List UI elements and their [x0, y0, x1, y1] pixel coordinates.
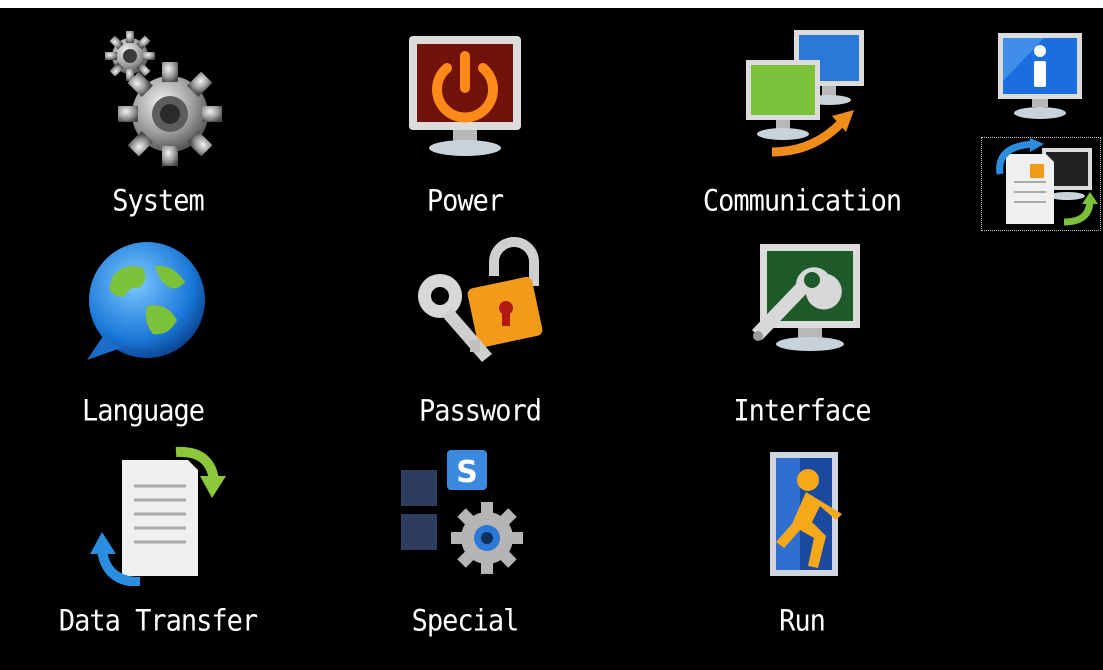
- document-arrows-icon: [90, 446, 226, 586]
- menu-communication-label: Communication: [702, 184, 902, 219]
- svg-text:S: S: [456, 455, 478, 490]
- menu-special-label: Special: [411, 604, 520, 639]
- wrench-monitor-icon: [752, 244, 860, 351]
- menu-run[interactable]: Run: [692, 446, 912, 646]
- project-transfer-icon: [996, 138, 1098, 226]
- menu-power[interactable]: Power: [355, 26, 575, 226]
- menu-power-label: Power: [426, 184, 504, 219]
- menu-interface-label: Interface: [733, 394, 871, 429]
- menu-data-transfer-label: Data Transfer: [58, 604, 258, 639]
- menu-password[interactable]: Password: [370, 236, 590, 436]
- network-monitors-icon: [746, 30, 864, 157]
- project-transfer-button[interactable]: [981, 137, 1101, 231]
- gears-icon: [105, 31, 222, 166]
- key-lock-icon: [418, 237, 543, 362]
- globe-speech-icon: [87, 242, 205, 360]
- menu-communication[interactable]: Communication: [692, 26, 912, 226]
- menu-special[interactable]: S Special: [355, 446, 575, 646]
- running-man-door-icon: [770, 452, 842, 576]
- menu-language-label: Language: [81, 394, 205, 429]
- menu-system-label: System: [112, 184, 205, 219]
- info-monitor-icon[interactable]: [994, 31, 1086, 123]
- menu-data-transfer[interactable]: Data Transfer: [48, 446, 268, 646]
- menu-password-label: Password: [418, 394, 542, 429]
- menu-run-label: Run: [779, 604, 826, 639]
- menu-interface[interactable]: Interface: [692, 236, 912, 436]
- main-menu-screen: System Power Communication Language Pass…: [0, 8, 1103, 670]
- special-s-gear-icon: S: [401, 450, 523, 574]
- menu-language[interactable]: Language: [33, 236, 253, 436]
- power-monitor-icon: [409, 36, 521, 156]
- menu-system[interactable]: System: [48, 26, 268, 226]
